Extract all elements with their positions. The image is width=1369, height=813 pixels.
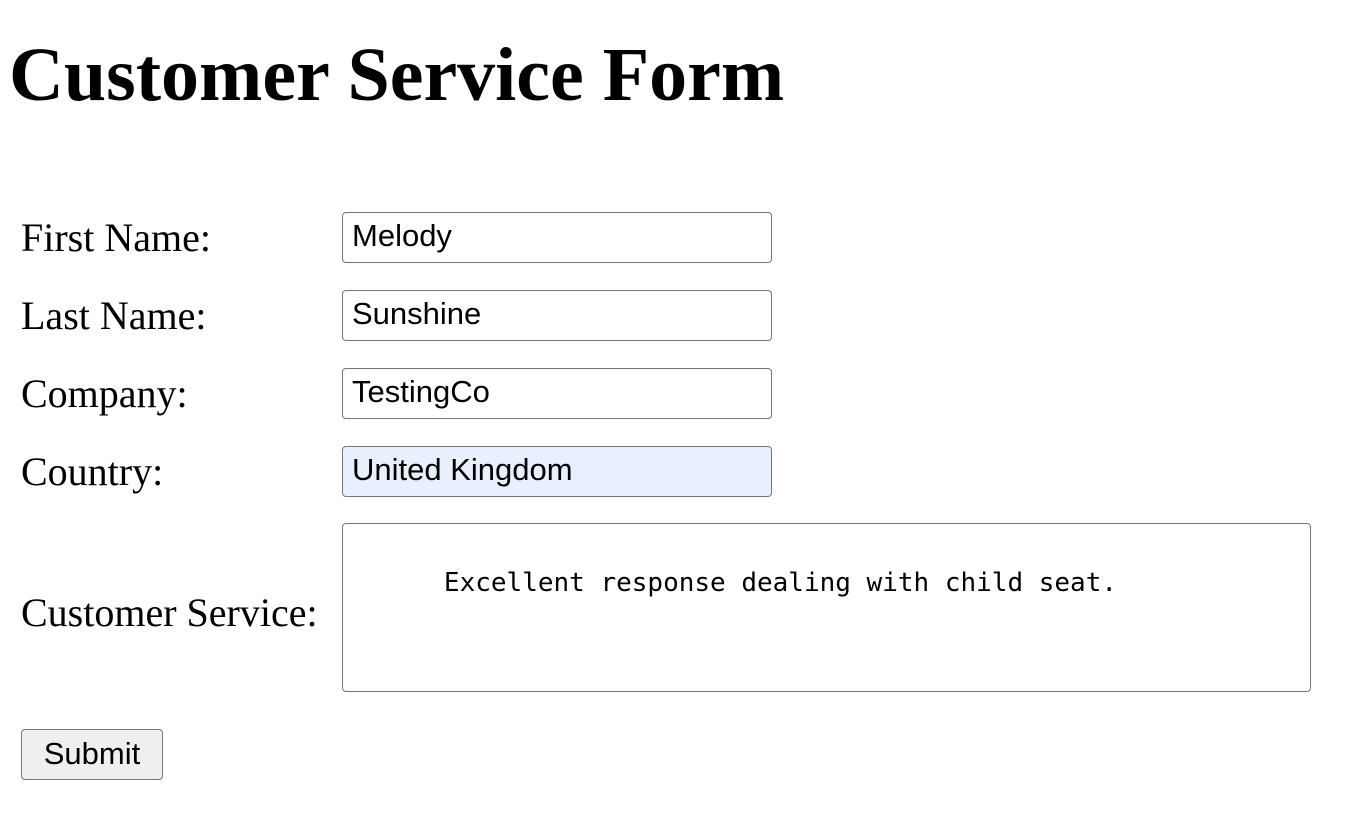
- customer-service-label: Customer Service:: [21, 590, 318, 635]
- customer-service-page: Customer Service Form First Name: Melody…: [0, 0, 1369, 813]
- last-name-input[interactable]: Sunshine: [342, 290, 772, 341]
- last-name-label: Last Name:: [21, 293, 207, 338]
- country-input[interactable]: United Kingdom: [342, 446, 772, 497]
- resize-handle-icon[interactable]: [1290, 671, 1308, 689]
- company-label: Company:: [21, 371, 188, 416]
- customer-service-textarea[interactable]: Excellent response dealing with child se…: [342, 523, 1311, 692]
- submit-button[interactable]: Submit: [21, 729, 163, 780]
- first-name-input[interactable]: Melody: [342, 212, 772, 263]
- company-input[interactable]: TestingCo: [342, 368, 772, 419]
- page-title: Customer Service Form: [9, 33, 785, 117]
- customer-service-text: Excellent response dealing with child se…: [443, 568, 1118, 598]
- country-label: Country:: [21, 449, 164, 494]
- first-name-label: First Name:: [21, 215, 211, 260]
